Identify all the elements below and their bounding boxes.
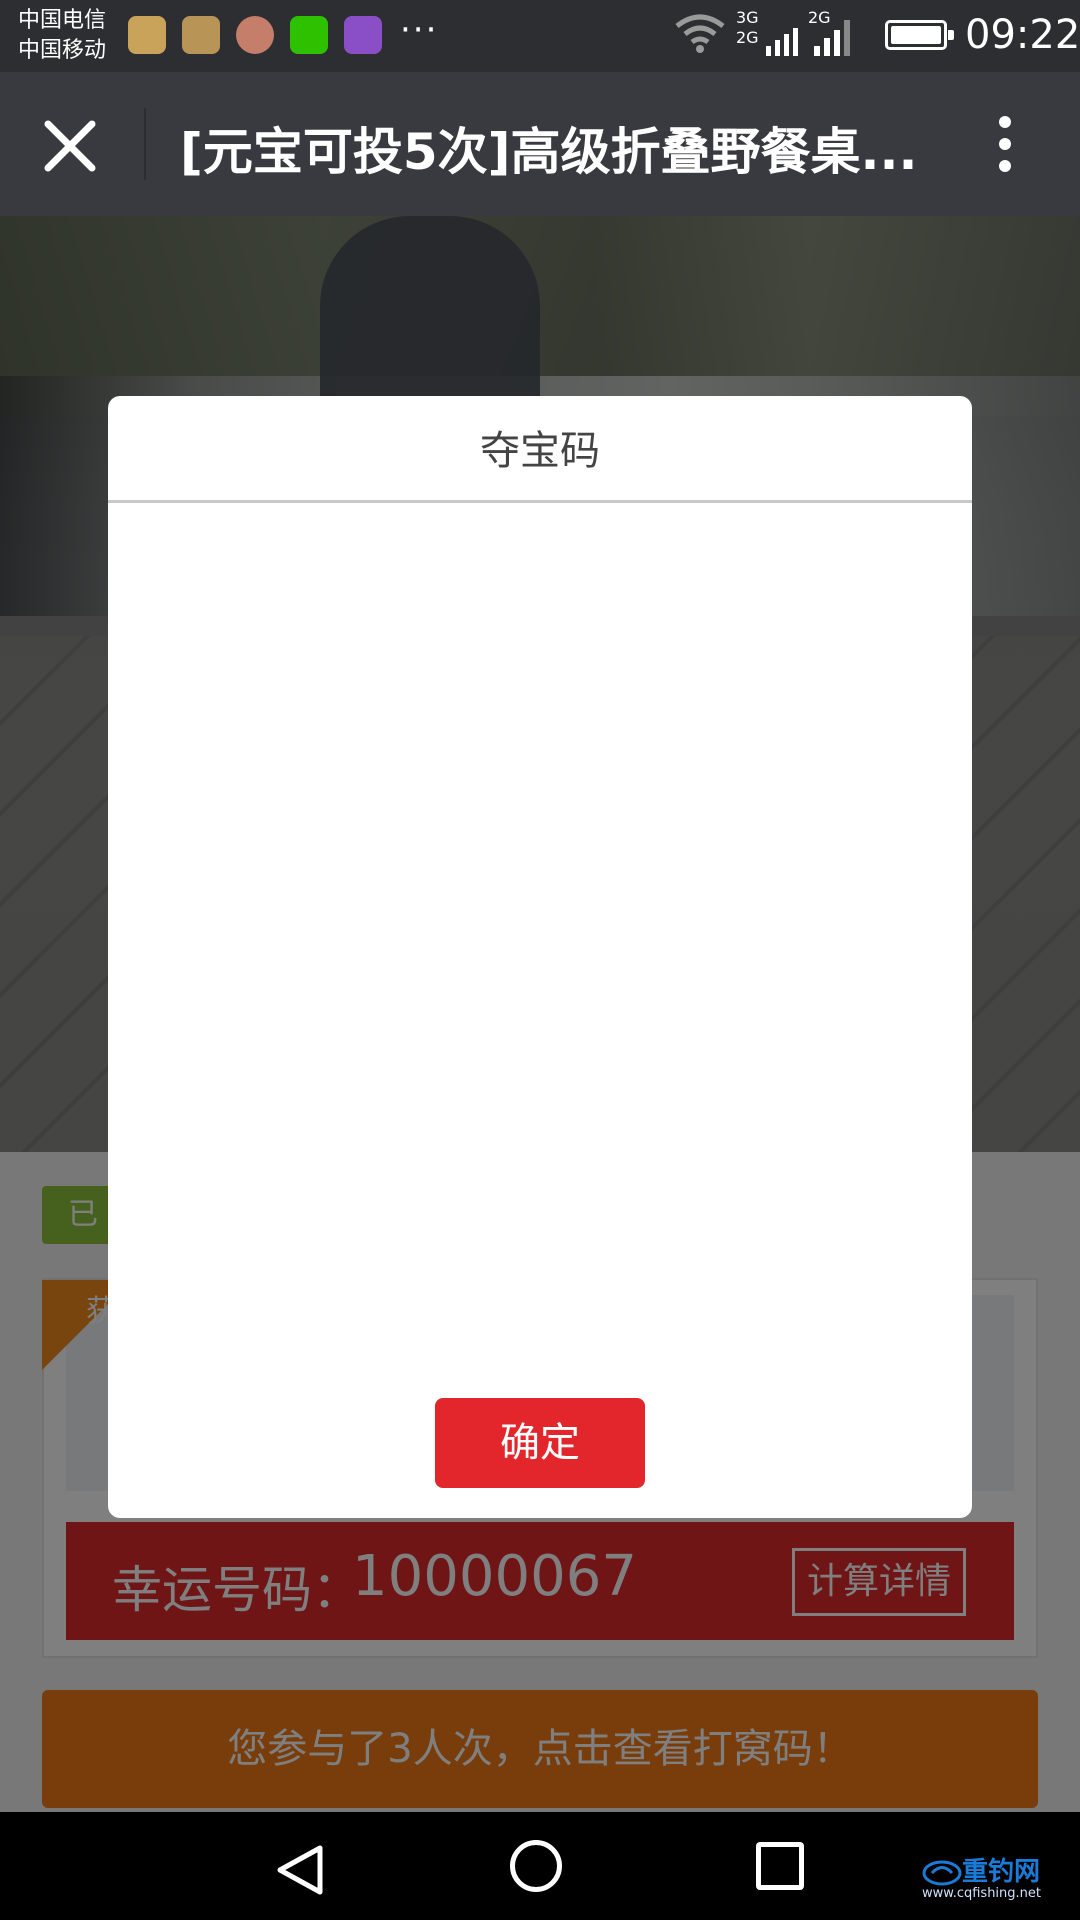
header-divider (144, 108, 146, 180)
keyboard-icon (344, 16, 382, 54)
back-icon[interactable] (272, 1842, 328, 1898)
clock: 09:22 (965, 12, 1080, 58)
message-icon (182, 16, 220, 54)
battery-icon (885, 20, 954, 50)
recent-apps-icon[interactable] (756, 1842, 804, 1890)
site-watermark: 重钓网 www.cqfishing.net (922, 1858, 1080, 1902)
wifi-icon (675, 14, 725, 53)
app-header: [元宝可投5次]高级折叠野餐桌... (0, 72, 1080, 216)
sim1-signal: 3G 2G (736, 10, 759, 46)
sim1-label-top: 3G (736, 8, 759, 27)
treasure-code-dialog: 夺宝码 确定 (108, 396, 972, 1518)
confirm-button[interactable]: 确定 (435, 1398, 645, 1488)
sim2-bars-icon (814, 20, 850, 56)
system-nav-bar (0, 1812, 1080, 1920)
overflow-dots: ··· (400, 10, 439, 50)
home-icon[interactable] (510, 1840, 562, 1892)
watermark-logo-icon (922, 1860, 962, 1886)
more-options-icon[interactable] (990, 116, 1020, 176)
dialog-divider (108, 500, 972, 503)
watermark-url: www.cqfishing.net (922, 1886, 1042, 1901)
avatar-icon (236, 16, 274, 54)
carrier-names: 中国电信 中国移动 (18, 6, 106, 66)
carrier-1: 中国电信 (18, 8, 107, 33)
sim1-label-bottom: 2G (736, 28, 759, 47)
sim1-bars-icon (766, 28, 798, 56)
wechat-icon (290, 16, 328, 54)
health-icon (128, 16, 166, 54)
status-bar: 中国电信 中国移动 ··· 3G 2G 2G 09:22 (0, 0, 1080, 72)
page-title: [元宝可投5次]高级折叠野餐桌... (180, 123, 918, 181)
dialog-title: 夺宝码 (480, 428, 600, 474)
carrier-2: 中国移动 (18, 38, 107, 63)
close-icon[interactable] (40, 116, 100, 176)
